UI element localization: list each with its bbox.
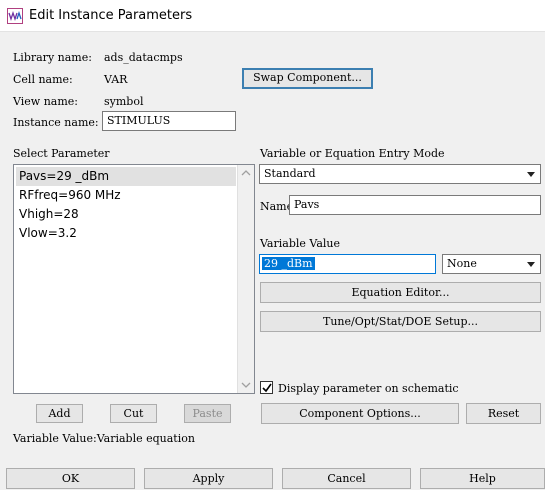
title-bar: Edit Instance Parameters bbox=[0, 0, 545, 32]
scroll-down-arrow-icon[interactable] bbox=[241, 382, 251, 389]
component-options-button[interactable]: Component Options... bbox=[261, 403, 459, 424]
display-parameter-checkbox[interactable] bbox=[260, 381, 273, 394]
tune-opt-stat-doe-button[interactable]: Tune/Opt/Stat/DOE Setup... bbox=[260, 311, 541, 332]
library-name-label: Library name: bbox=[13, 51, 92, 64]
ads-app-icon bbox=[7, 8, 23, 24]
scroll-up-arrow-icon[interactable] bbox=[241, 169, 251, 176]
cancel-button[interactable]: Cancel bbox=[282, 468, 411, 489]
variable-value-label: Variable Value bbox=[260, 237, 340, 250]
view-name-label: View name: bbox=[13, 95, 78, 108]
window-title: Edit Instance Parameters bbox=[29, 8, 193, 23]
list-item-vlow[interactable]: Vlow=3.2 bbox=[16, 224, 236, 243]
reset-button[interactable]: Reset bbox=[466, 403, 541, 424]
cell-name-value: VAR bbox=[104, 73, 128, 86]
paste-button: Paste bbox=[184, 404, 231, 423]
list-item-rffreq[interactable]: RFfreq=960 MHz bbox=[16, 186, 236, 205]
view-name-value: symbol bbox=[104, 95, 144, 108]
entry-mode-value: Standard bbox=[264, 167, 316, 180]
list-scrollbar[interactable] bbox=[237, 165, 254, 393]
chevron-down-icon bbox=[527, 262, 535, 267]
add-button[interactable]: Add bbox=[36, 404, 83, 423]
list-item-pavs[interactable]: Pavs=29 _dBm bbox=[16, 167, 236, 186]
variable-value-field[interactable]: 29 _dBm bbox=[259, 254, 436, 274]
cell-name-label: Cell name: bbox=[13, 73, 73, 86]
list-item-vhigh[interactable]: Vhigh=28 bbox=[16, 205, 236, 224]
display-parameter-label: Display parameter on schematic bbox=[278, 382, 459, 395]
name-field[interactable]: Pavs bbox=[289, 195, 541, 215]
equation-editor-button[interactable]: Equation Editor... bbox=[260, 282, 541, 303]
select-parameter-label: Select Parameter bbox=[13, 147, 110, 160]
ok-button[interactable]: OK bbox=[6, 468, 135, 489]
chevron-down-icon bbox=[527, 172, 535, 177]
unit-dropdown[interactable]: None bbox=[442, 254, 541, 274]
help-button[interactable]: Help bbox=[420, 468, 545, 489]
swap-component-button[interactable]: Swap Component... bbox=[242, 68, 373, 89]
cut-button[interactable]: Cut bbox=[110, 404, 157, 423]
instance-name-field[interactable]: STIMULUS bbox=[102, 111, 236, 131]
entry-mode-label: Variable or Equation Entry Mode bbox=[260, 147, 445, 160]
status-text: Variable Value:Variable equation bbox=[13, 432, 195, 445]
instance-name-label: Instance name: bbox=[13, 116, 99, 129]
parameter-list[interactable]: Pavs=29 _dBm RFfreq=960 MHz Vhigh=28 Vlo… bbox=[13, 164, 255, 394]
entry-mode-dropdown[interactable]: Standard bbox=[259, 164, 541, 184]
variable-value-text: 29 _dBm bbox=[262, 257, 315, 270]
checkmark-icon bbox=[262, 383, 272, 393]
unit-value: None bbox=[447, 257, 477, 270]
apply-button[interactable]: Apply bbox=[144, 468, 273, 489]
library-name-value: ads_datacmps bbox=[104, 51, 183, 64]
